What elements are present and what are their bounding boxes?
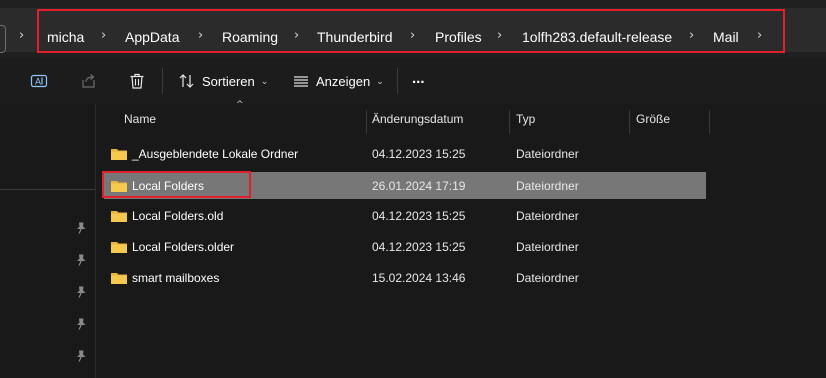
share-icon [80,72,98,90]
more-icon: ... [412,69,425,87]
pin-icon[interactable] [74,221,88,235]
file-name-cell: Local Folders.old [110,202,223,229]
more-options-button[interactable]: ... [412,66,432,96]
file-name: Local Folders.older [132,239,235,254]
sort-icon [178,72,196,90]
file-row[interactable]: Local Folders.older 04.12.2023 15:25 Dat… [104,233,706,260]
column-header-name[interactable]: Name [124,104,156,134]
address-bar-left-edge [0,25,6,53]
folder-icon [111,241,127,253]
sort-button[interactable]: Sortieren ⌄ [178,66,268,96]
column-header-type[interactable]: Typ [516,104,535,134]
command-bar: A Sortieren ⌄ Anzeigen ⌄ ... [0,58,826,104]
navigation-pane[interactable] [0,104,96,378]
file-name: smart mailboxes [132,270,220,285]
file-name-cell: Local Folders [110,172,204,199]
share-button[interactable] [80,66,102,96]
chevron-right-icon[interactable]: › [101,28,106,43]
breadcrumb-item-appdata[interactable]: AppData [125,29,179,45]
chevron-down-icon: ⌄ [260,75,269,86]
pin-icon[interactable] [74,253,88,267]
folder-icon [111,272,127,284]
file-name-cell: Local Folders.older [110,233,234,260]
file-date: 04.12.2023 15:25 [372,239,466,254]
chevron-right-icon[interactable]: › [19,28,24,43]
address-bar-area: › micha › AppData › Roaming › Thunderbir… [0,0,826,58]
sidebar-divider [0,189,95,190]
column-divider[interactable] [509,110,510,134]
file-type: Dateiordner [516,208,579,223]
pin-icon[interactable] [74,317,88,331]
column-divider[interactable] [709,110,710,134]
file-date: 15.02.2024 13:46 [372,270,466,285]
file-name: _Ausgeblendete Lokale Ordner [132,146,299,161]
file-name: Local Folders [132,178,205,193]
trash-icon [128,72,146,90]
chevron-right-icon[interactable]: › [757,28,762,43]
chevron-right-icon[interactable]: › [497,28,502,43]
chevron-right-icon[interactable]: › [410,28,415,43]
address-bar[interactable]: › micha › AppData › Roaming › Thunderbir… [0,8,826,53]
chevron-right-icon[interactable]: › [689,28,694,43]
file-row[interactable]: Local Folders.old 04.12.2023 15:25 Datei… [104,202,706,229]
chevron-right-icon[interactable]: › [198,28,203,43]
pin-icon[interactable] [74,349,88,363]
sort-indicator-icon: ^ [236,100,244,110]
file-row-selected[interactable]: Local Folders 26.01.2024 17:19 Dateiordn… [104,172,706,199]
file-date: 04.12.2023 15:25 [372,208,466,223]
delete-button[interactable] [128,66,150,96]
folder-icon [111,210,127,222]
file-name-cell: smart mailboxes [110,264,219,291]
file-name: Local Folders.old [132,208,224,223]
breadcrumb-item-roaming[interactable]: Roaming [222,29,278,45]
file-date: 26.01.2024 17:19 [372,178,466,193]
svg-text:A: A [35,77,41,87]
view-icon [292,72,310,90]
file-type: Dateiordner [516,146,579,161]
rename-icon: A [30,72,48,90]
rename-button[interactable]: A [30,66,52,96]
pin-icon[interactable] [74,285,88,299]
toolbar-divider [397,68,398,94]
folder-icon [111,148,127,160]
chevron-right-icon[interactable]: › [294,28,299,43]
column-divider[interactable] [366,110,367,134]
breadcrumb-item-micha[interactable]: micha [47,29,84,45]
file-date: 04.12.2023 15:25 [372,146,466,161]
column-header-date[interactable]: Änderungsdatum [372,104,463,134]
breadcrumb-item-mail[interactable]: Mail [713,29,739,45]
file-type: Dateiordner [516,239,579,254]
column-header-size[interactable]: Größe [636,104,670,134]
chevron-down-icon: ⌄ [376,75,384,86]
breadcrumb-item-profile-folder[interactable]: 1olfh283.default-release [522,29,672,45]
sort-label: Sortieren [202,73,255,89]
breadcrumb-item-profiles[interactable]: Profiles [435,29,482,45]
file-type: Dateiordner [516,270,579,285]
file-list: ^ Name Änderungsdatum Typ Größe _Ausgebl… [96,100,826,378]
file-name-cell: _Ausgeblendete Lokale Ordner [110,140,298,167]
file-row[interactable]: _Ausgeblendete Lokale Ordner 04.12.2023 … [104,140,706,167]
toolbar-divider [162,68,163,94]
view-button[interactable]: Anzeigen ⌄ [292,66,384,96]
view-label: Anzeigen [316,73,371,89]
file-type: Dateiordner [516,178,579,193]
column-divider[interactable] [629,110,630,134]
file-row[interactable]: smart mailboxes 15.02.2024 13:46 Dateior… [104,264,706,291]
breadcrumb-item-thunderbird[interactable]: Thunderbird [317,29,393,45]
folder-icon [111,180,127,192]
